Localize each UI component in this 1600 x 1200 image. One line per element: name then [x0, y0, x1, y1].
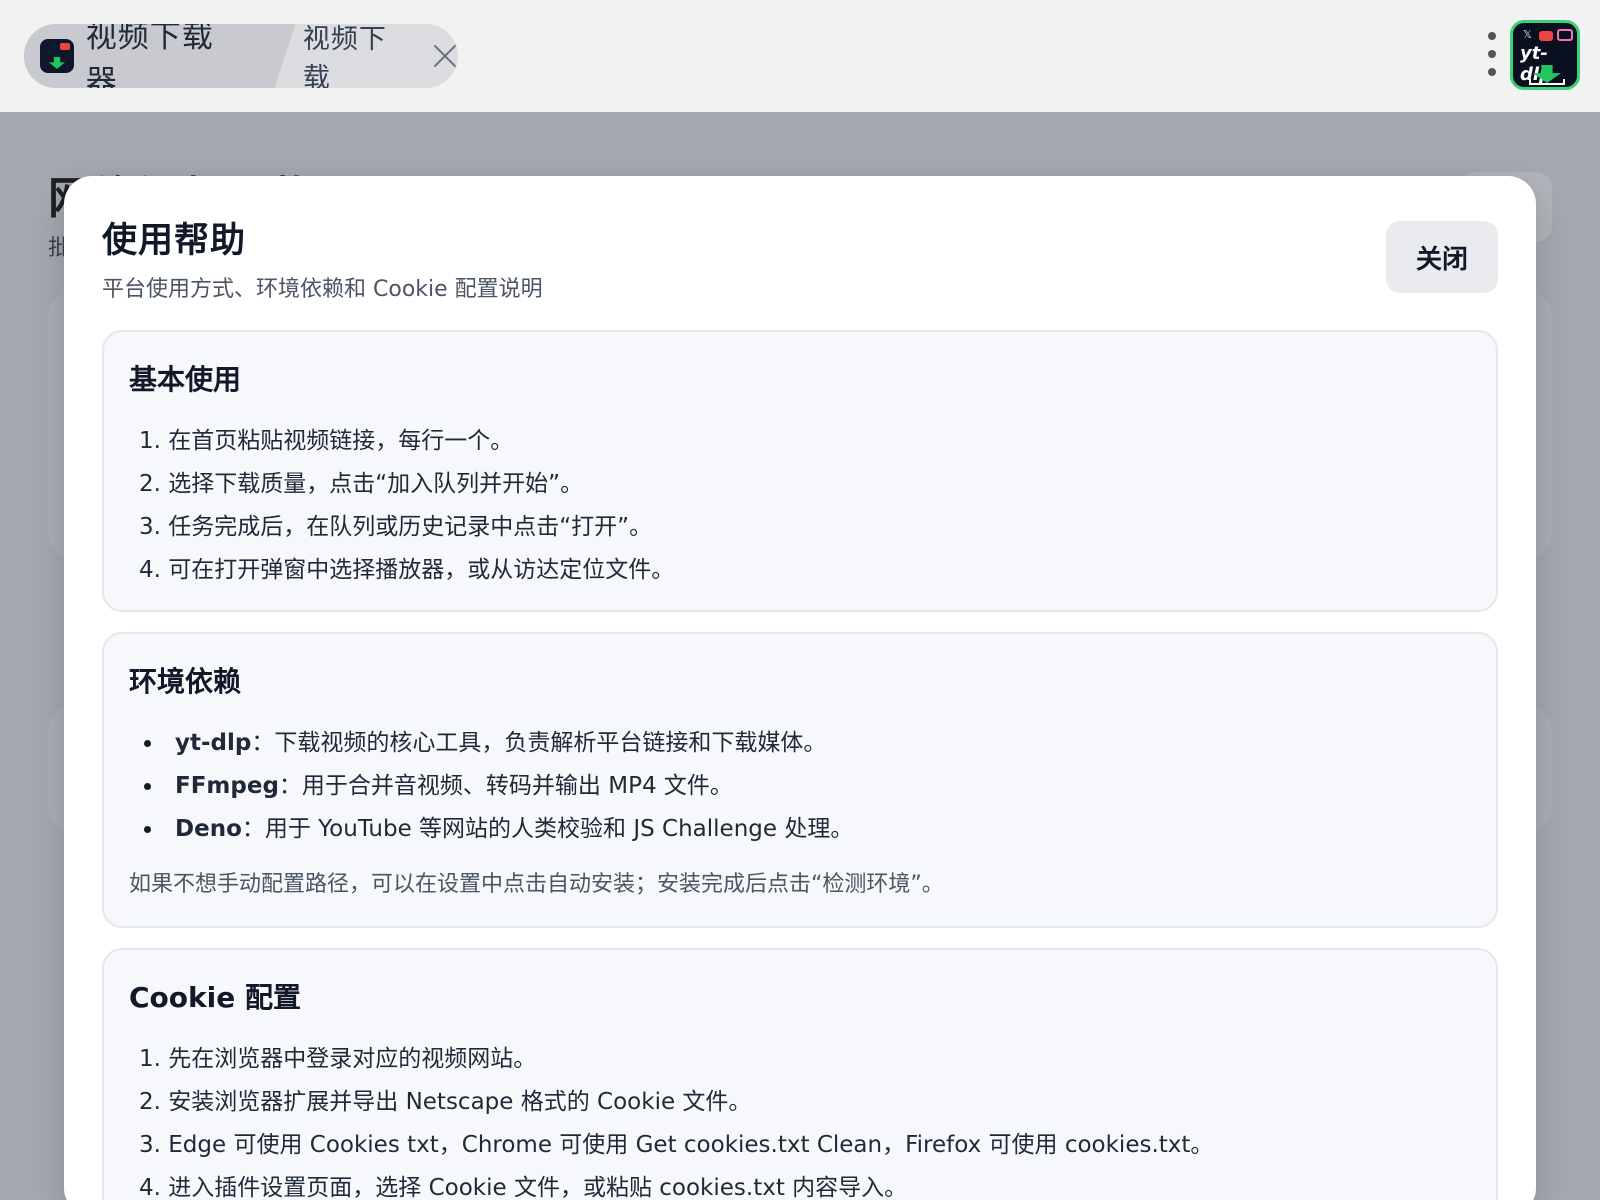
list-item: 任务完成后，在队列或历史记录中点击“打开”。 [139, 506, 674, 549]
section-basic-usage: 基本使用 在首页粘贴视频链接，每行一个。 选择下载质量，点击“加入队列并开始”。… [102, 330, 1498, 612]
close-icon[interactable] [432, 43, 458, 69]
tab-label: 视频下载 [302, 24, 387, 88]
tab-video-downloader[interactable]: 视频下载器 [24, 24, 269, 88]
list-item: Edge 可使用 Cookies txt，Chrome 可使用 Get cook… [139, 1124, 1213, 1167]
section-title: Cookie 配置 [129, 981, 301, 1014]
steps-list: 在首页粘贴视频链接，每行一个。 选择下载质量，点击“加入队列并开始”。 任务完成… [139, 420, 674, 592]
app-icon [40, 39, 74, 73]
dependency-desc: ：下载视频的核心工具，负责解析平台链接和下载媒体。 [251, 730, 827, 756]
help-dialog: 使用帮助 平台使用方式、环境依赖和 Cookie 配置说明 关闭 基本使用 在首… [64, 176, 1536, 1200]
section-title: 环境依赖 [129, 665, 242, 698]
dependency-name: yt-dlp [175, 730, 252, 756]
list-item: Deno：用于 YouTube 等网站的人类校验和 JS Challenge 处… [144, 808, 853, 851]
tab-video-download[interactable]: 视频下载 [269, 24, 458, 88]
tab-strip: 视频下载器 视频下载 [24, 24, 458, 88]
list-item: FFmpeg：用于合并音视频、转码并输出 MP4 文件。 [144, 765, 853, 808]
list-item: 先在浏览器中登录对应的视频网站。 [139, 1038, 1213, 1081]
list-item: 可在打开弹窗中选择播放器，或从访达定位文件。 [139, 549, 674, 592]
list-item: 在首页粘贴视频链接，每行一个。 [139, 420, 674, 463]
list-item: 安装浏览器扩展并导出 Netscape 格式的 Cookie 文件。 [139, 1081, 1213, 1124]
close-button[interactable]: 关闭 [1386, 221, 1498, 293]
section-dependencies: 环境依赖 yt-dlp：下载视频的核心工具，负责解析平台链接和下载媒体。 FFm… [102, 632, 1498, 928]
list-item: 选择下载质量，点击“加入队列并开始”。 [139, 463, 674, 506]
section-note: 如果不想手动配置路径，可以在设置中点击自动安装；安装完成后点击“检测环境”。 [129, 872, 944, 897]
list-item: yt-dlp：下载视频的核心工具，负责解析平台链接和下载媒体。 [144, 722, 853, 765]
dependency-desc: ：用于合并音视频、转码并输出 MP4 文件。 [278, 773, 733, 799]
dependency-name: Deno [175, 816, 242, 842]
section-cookie-config: Cookie 配置 先在浏览器中登录对应的视频网站。 安装浏览器扩展并导出 Ne… [102, 948, 1498, 1200]
yt-dlp-logo: 𝕏 yt-dlp [1510, 20, 1580, 90]
more-vertical-icon[interactable] [1487, 32, 1497, 76]
list-item: 进入插件设置页面，选择 Cookie 文件，或粘贴 cookies.txt 内容… [139, 1167, 1213, 1200]
tab-label: 视频下载器 [85, 24, 214, 88]
section-title: 基本使用 [129, 363, 242, 396]
dialog-subtitle: 平台使用方式、环境依赖和 Cookie 配置说明 [102, 277, 543, 302]
dependency-name: FFmpeg [175, 773, 279, 799]
dialog-title: 使用帮助 [102, 221, 247, 261]
dependency-desc: ：用于 YouTube 等网站的人类校验和 JS Challenge 处理。 [241, 816, 854, 842]
steps-list: 先在浏览器中登录对应的视频网站。 安装浏览器扩展并导出 Netscape 格式的… [139, 1038, 1213, 1200]
dependency-list: yt-dlp：下载视频的核心工具，负责解析平台链接和下载媒体。 FFmpeg：用… [144, 722, 853, 851]
title-bar: 视频下载器 视频下载 𝕏 yt-dlp [0, 0, 1600, 112]
